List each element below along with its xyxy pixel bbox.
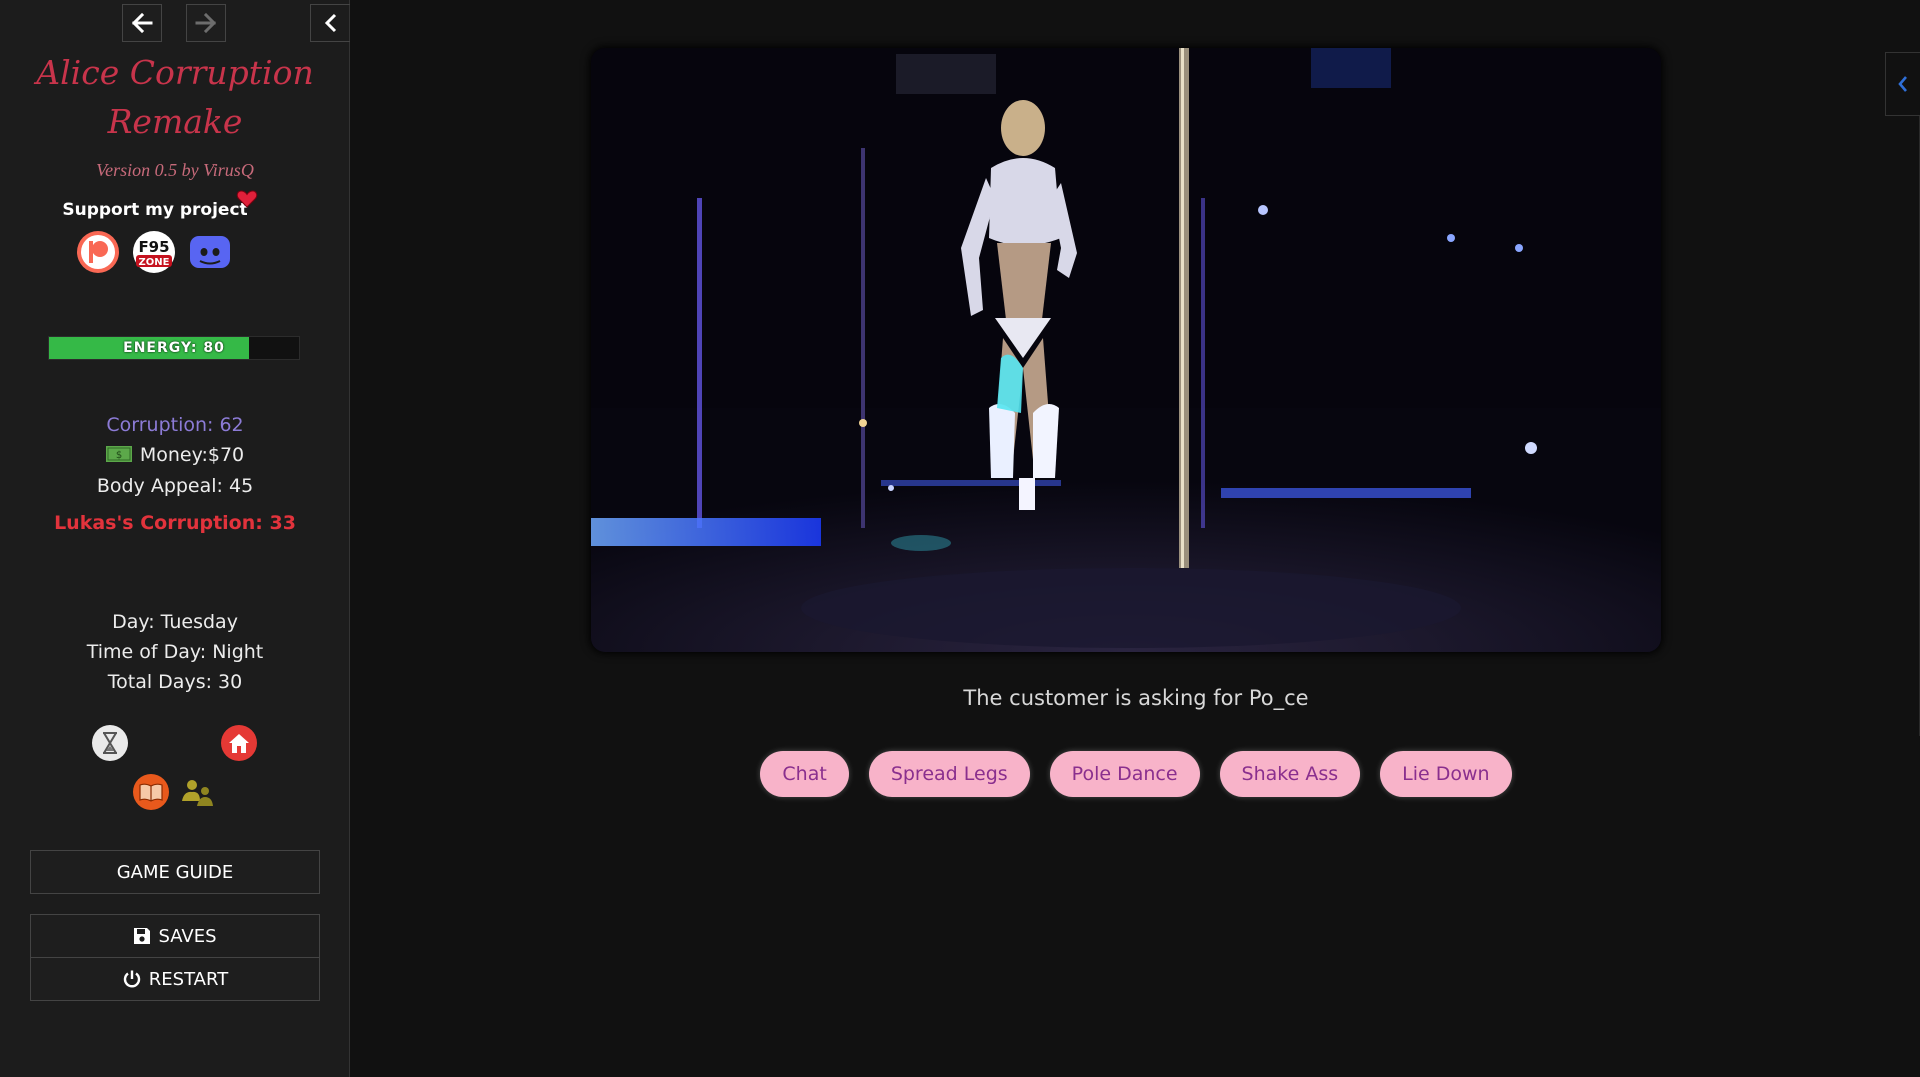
sidebar-collapse-button[interactable] <box>310 4 350 42</box>
version-text: Version 0.5 by VirusQ <box>96 160 254 180</box>
book-icon[interactable] <box>132 773 170 811</box>
total-days-stat: Total Days: 30 <box>107 671 243 693</box>
choice-chat-button[interactable]: Chat <box>760 751 849 797</box>
choice-list: Chat Spread Legs Pole Dance Shake Ass Li… <box>351 751 1920 797</box>
story-title-line-2: Remake <box>107 102 243 141</box>
nightclub-scene-image <box>591 48 1661 652</box>
svg-text:ZONE: ZONE <box>139 257 170 268</box>
discord-icon[interactable] <box>188 230 232 274</box>
money-stat-row: $ Money:$70 <box>0 442 350 468</box>
ui-sidebar: Alice Corruption Remake Version 0.5 by V… <box>0 0 350 1077</box>
scene-video <box>591 48 1661 652</box>
hourglass-icon[interactable] <box>91 724 129 762</box>
floppy-disk-icon <box>134 928 151 944</box>
choice-shake-ass-button[interactable]: Shake Ass <box>1219 751 1361 797</box>
body-appeal-stat: Body Appeal: 45 <box>96 475 254 497</box>
day-stat: Day: Tuesday <box>112 611 238 633</box>
energy-label: ENERGY: 80 <box>123 340 225 356</box>
history-back-button[interactable] <box>122 4 162 42</box>
right-panel-toggle-button[interactable] <box>1885 52 1920 116</box>
corruption-stat: Corruption: 62 <box>106 414 244 436</box>
power-icon <box>123 970 140 988</box>
restart-button[interactable]: RESTART <box>30 957 320 1001</box>
arrow-right-icon <box>195 13 217 33</box>
passage-area: The customer is asking for Po_ce Chat Sp… <box>351 0 1887 1077</box>
svg-text:F95: F95 <box>138 238 169 256</box>
arrow-left-icon <box>131 13 153 33</box>
choice-spread-legs-button[interactable]: Spread Legs <box>868 751 1030 797</box>
game-guide-label: GAME GUIDE <box>116 861 234 883</box>
chevron-left-icon <box>1898 76 1907 92</box>
saves-button[interactable]: SAVES <box>30 914 320 958</box>
game-guide-button[interactable]: GAME GUIDE <box>30 850 320 894</box>
heart-icon <box>236 190 258 208</box>
relationships-icon[interactable] <box>178 773 216 811</box>
game-window: Alice Corruption Remake Version 0.5 by V… <box>0 0 1920 1077</box>
home-icon[interactable] <box>220 724 258 762</box>
saves-label: SAVES <box>158 925 217 947</box>
patreon-icon[interactable] <box>76 230 120 274</box>
svg-text:$: $ <box>116 450 122 461</box>
lukas-corruption-stat: Lukas's Corruption: 33 <box>54 512 296 534</box>
restart-label: RESTART <box>148 968 229 990</box>
choice-lie-down-button[interactable]: Lie Down <box>1380 751 1512 797</box>
history-forward-button[interactable] <box>186 4 226 42</box>
money-stat: Money:$70 <box>139 444 245 466</box>
f95zone-icon[interactable]: F95 ZONE <box>132 230 176 274</box>
support-text: Support my project <box>62 200 248 220</box>
chevron-left-icon <box>324 13 336 33</box>
time-of-day-stat: Time of Day: Night <box>86 641 264 663</box>
passage-prompt: The customer is asking for Po_ce <box>963 686 1309 710</box>
energy-bar: ENERGY: 80 <box>48 336 300 360</box>
story-title-line-1: Alice Corruption <box>36 53 314 92</box>
cash-icon: $ <box>105 446 132 462</box>
choice-pole-dance-button[interactable]: Pole Dance <box>1049 751 1200 797</box>
story-title: Alice Corruption Remake <box>0 48 350 146</box>
